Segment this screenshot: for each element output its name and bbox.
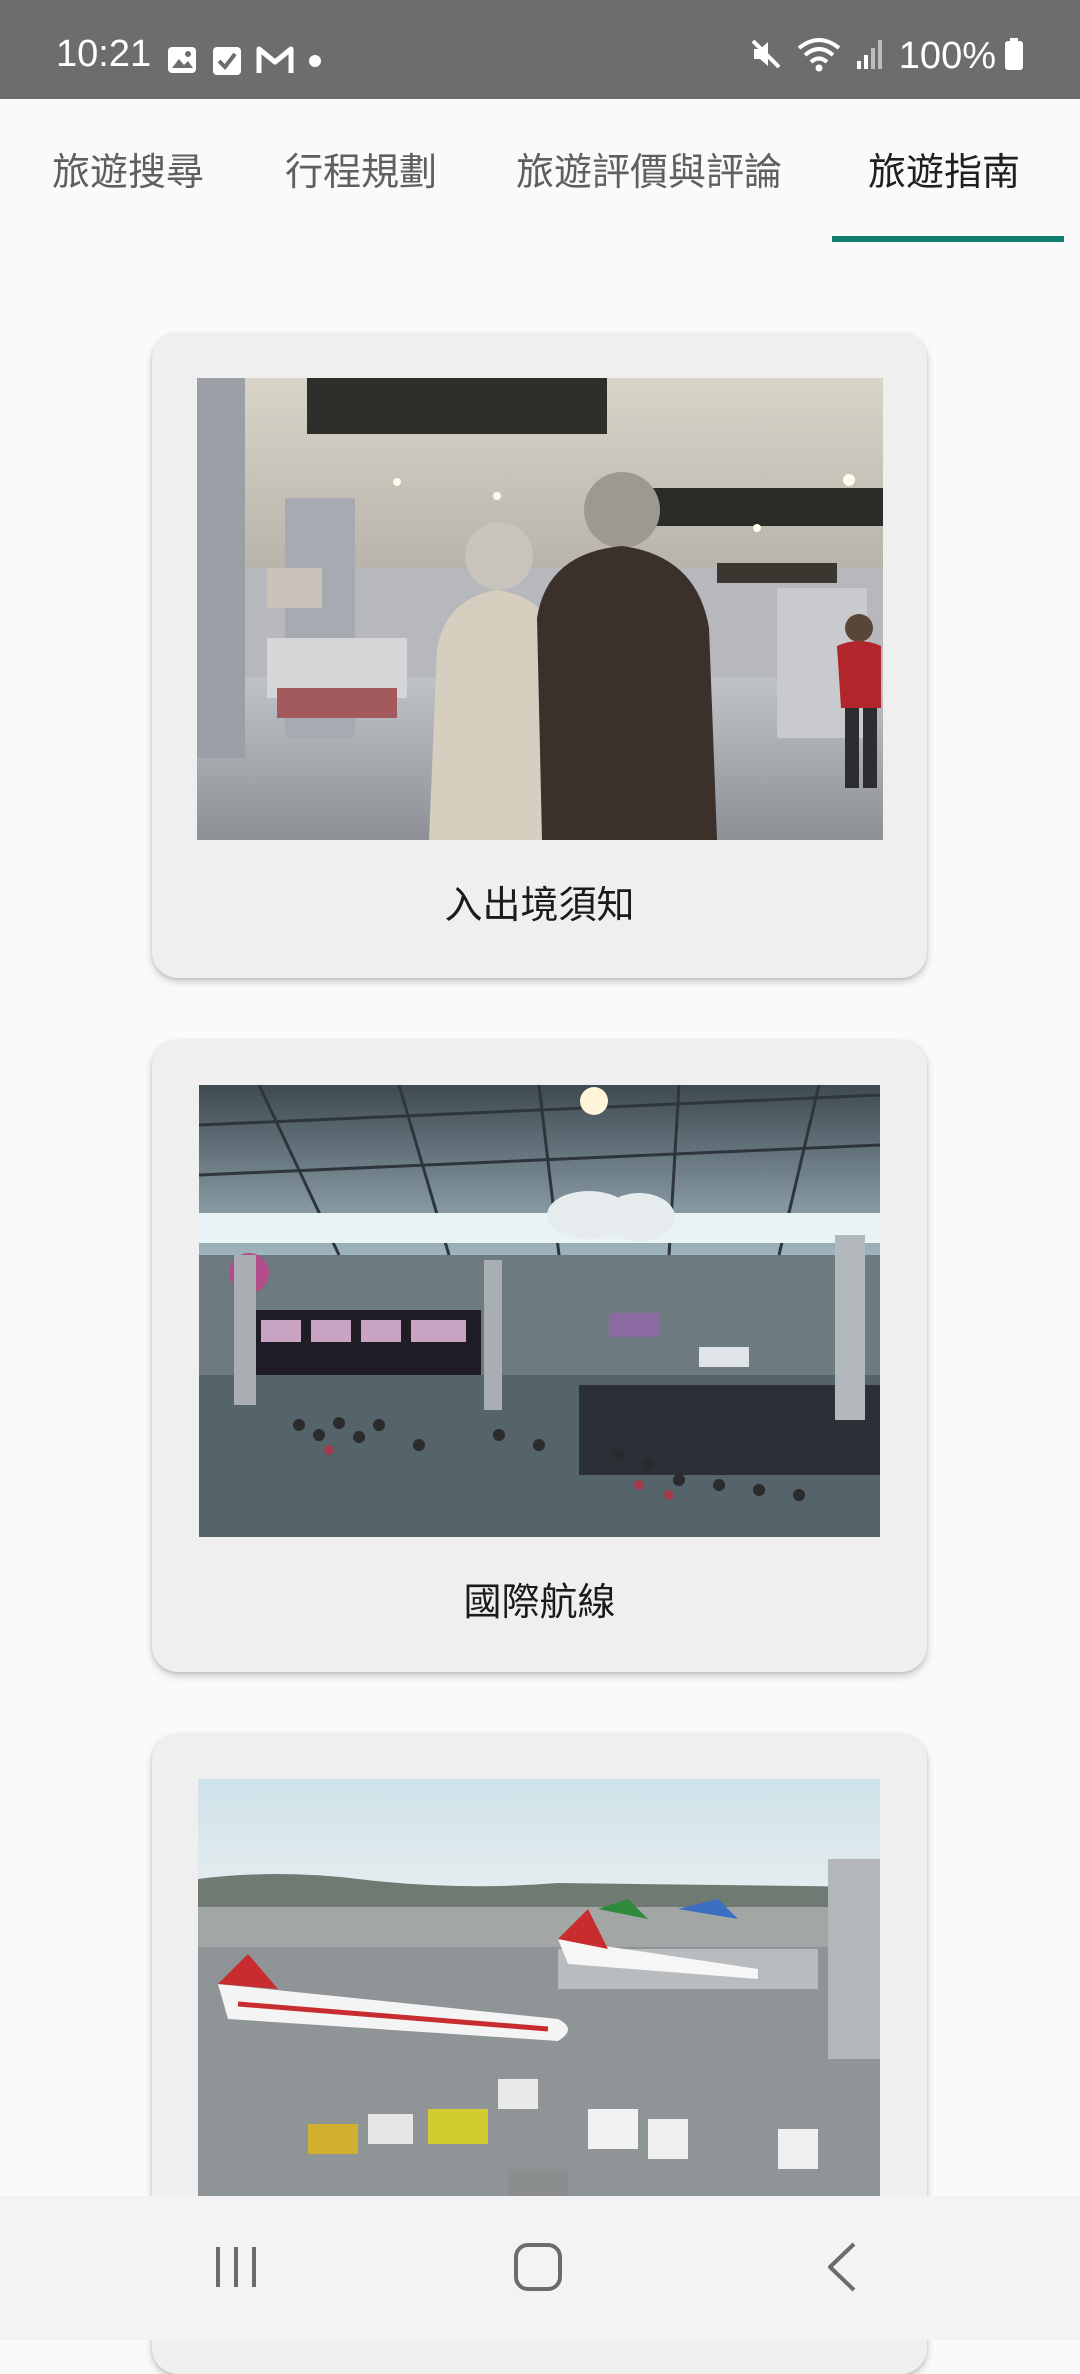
mute-icon <box>749 37 783 75</box>
tab-travel-search[interactable]: 旅遊搜尋 <box>52 149 204 195</box>
airport-terminal-photo <box>197 378 883 840</box>
status-time: 10:21 <box>56 33 152 75</box>
system-navigation-bar <box>0 2196 1080 2340</box>
guide-card-entry-exit[interactable]: 入出境須知 <box>152 333 927 978</box>
guide-card-international-routes[interactable]: 國際航線 <box>152 1040 927 1672</box>
recent-apps-icon <box>212 2243 260 2295</box>
active-tab-indicator <box>832 236 1064 242</box>
dot-icon <box>308 53 322 72</box>
wifi-icon <box>797 36 841 76</box>
tab-bar: 旅遊搜尋 行程規劃 旅遊評價與評論 旅遊指南 <box>0 99 1080 243</box>
card-title: 國際航線 <box>463 1580 616 1624</box>
home-icon <box>513 2242 563 2296</box>
airport-apron-photo <box>198 1779 880 2239</box>
airport-departure-hall-photo <box>199 1085 880 1537</box>
tab-itinerary-planning[interactable]: 行程規劃 <box>285 149 437 195</box>
recent-apps-button[interactable] <box>176 2234 296 2304</box>
signal-icon <box>855 37 885 75</box>
checkbox-icon <box>212 44 242 80</box>
tab-reviews[interactable]: 旅遊評價與評論 <box>516 149 782 195</box>
home-button[interactable] <box>478 2234 598 2304</box>
notification-icons <box>166 44 336 80</box>
tab-travel-guide[interactable]: 旅遊指南 <box>868 149 1020 195</box>
card-title: 入出境須知 <box>444 883 635 927</box>
status-bar: 10:21 100% <box>0 0 1080 99</box>
back-button[interactable] <box>782 2234 902 2304</box>
image-icon <box>166 44 198 80</box>
battery-percentage: 100% <box>898 35 996 77</box>
system-status: 100% <box>735 36 1024 76</box>
back-icon <box>824 2241 860 2297</box>
gmail-icon <box>256 45 294 79</box>
battery-icon <box>1004 37 1024 75</box>
